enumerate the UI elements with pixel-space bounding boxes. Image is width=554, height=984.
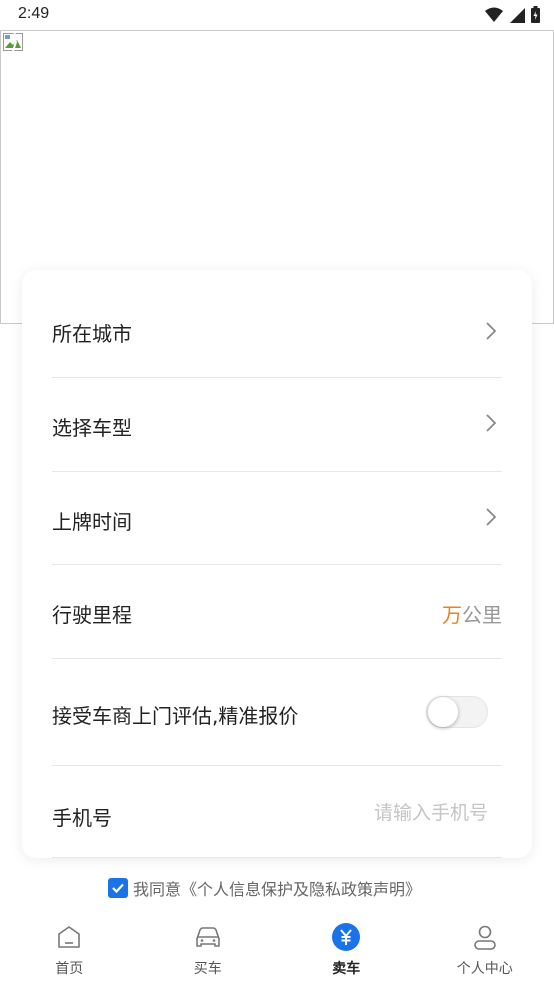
user-icon: [473, 925, 496, 950]
phone-row: 手机号: [52, 766, 502, 858]
tab-home[interactable]: 首页: [0, 912, 139, 984]
status-bar: 2:49: [0, 0, 554, 30]
agreement-checkbox[interactable]: [108, 878, 128, 898]
status-icons: [485, 6, 540, 23]
tab-sell-car-label: 卖车: [332, 961, 361, 977]
dealer-visit-row: 接受车商上门评估,精准报价: [52, 659, 502, 766]
mileage-row[interactable]: 行驶里程 万公里: [52, 565, 502, 659]
tab-home-label: 首页: [55, 961, 84, 977]
broken-image-icon: [3, 33, 23, 51]
home-icon: [58, 926, 81, 948]
car-icon: [195, 927, 220, 947]
signal-icon: [510, 7, 525, 23]
city-label: 所在城市: [52, 322, 132, 346]
tab-buy-car-label: 买车: [193, 961, 222, 977]
tab-profile-label: 个人中心: [456, 961, 513, 977]
chevron-right-icon: [486, 322, 497, 340]
agreement[interactable]: 我同意《个人信息保护及隐私政策声明》: [108, 876, 421, 900]
tab-sell-car[interactable]: 卖车: [277, 912, 416, 984]
mileage-label: 行驶里程: [52, 603, 132, 627]
check-icon: [112, 883, 124, 894]
phone-input[interactable]: [288, 798, 488, 828]
model-row[interactable]: 选择车型: [52, 378, 502, 472]
wifi-icon: [485, 7, 503, 22]
toggle-knob: [428, 697, 458, 727]
reg-time-label: 上牌时间: [52, 510, 132, 534]
phone-label: 手机号: [52, 806, 112, 830]
mileage-unit-accent: 万: [442, 603, 462, 627]
city-row[interactable]: 所在城市: [52, 284, 502, 378]
dealer-visit-label: 接受车商上门评估,精准报价: [52, 704, 299, 728]
chevron-right-icon: [486, 508, 497, 526]
dealer-visit-toggle[interactable]: [426, 696, 488, 728]
tab-buy-car[interactable]: 买车: [139, 912, 278, 984]
battery-icon: [531, 6, 540, 23]
agreement-text[interactable]: 我同意《个人信息保护及隐私政策声明》: [133, 876, 421, 900]
model-label: 选择车型: [52, 416, 132, 440]
chevron-right-icon: [486, 414, 497, 432]
status-time: 2:49: [18, 5, 50, 22]
tab-profile[interactable]: 个人中心: [416, 912, 554, 984]
bottom-tab-bar: 首页 买车 卖车 个人中心: [0, 912, 554, 984]
mileage-unit[interactable]: 万公里: [442, 599, 502, 628]
reg-time-row[interactable]: 上牌时间: [52, 472, 502, 565]
yuan-icon: [332, 923, 361, 951]
mileage-unit-text: 公里: [462, 603, 502, 627]
sell-car-form: 所在城市 选择车型 上牌时间 行驶里程 万公里 接受车商上门评估,精准报价 手机…: [22, 270, 532, 858]
